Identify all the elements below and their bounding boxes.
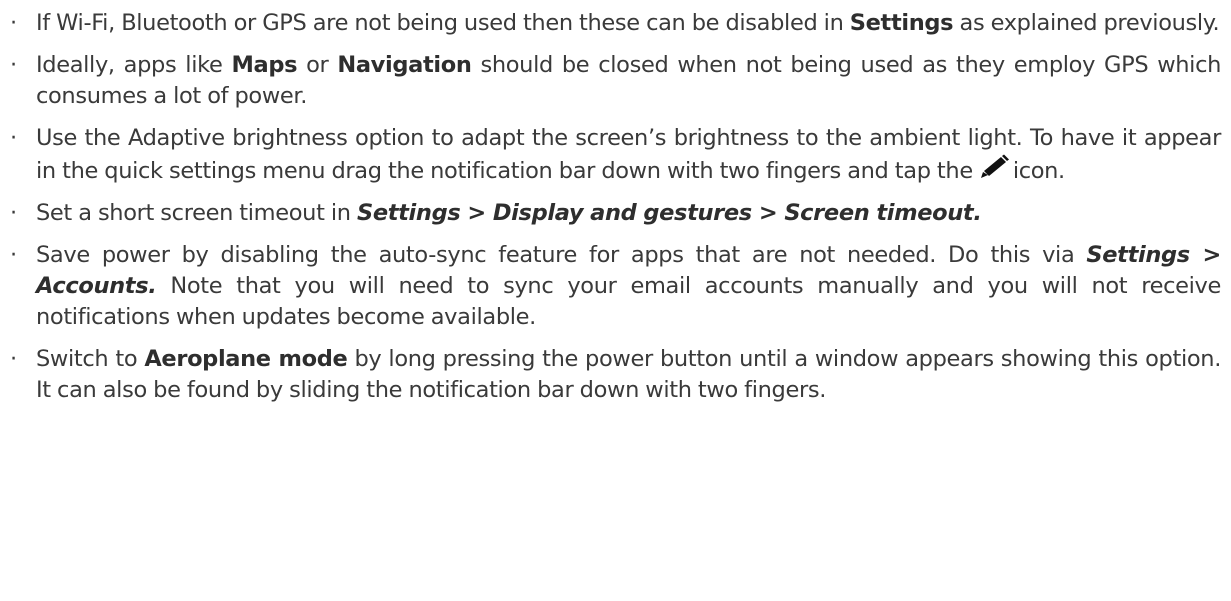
bullet: · [10,10,17,36]
tip-text: Ideally, apps like [36,52,232,78]
bullet: · [10,125,17,151]
tip-text: Save power by disabling the auto-sync fe… [36,242,1087,268]
tip-text: Switch to [36,346,145,372]
bullet: · [10,52,17,78]
power-saving-tips-list: · If Wi-Fi, Bluetooth or GPS are not bein… [10,8,1221,406]
tip-text: as explained previously. [953,10,1220,36]
bullet: · [10,200,17,226]
maps-term: Maps [231,52,298,78]
tip-screen-timeout: · Set a short screen timeout in Settings … [10,198,1221,229]
navigation-term: Navigation [337,52,472,78]
settings-term: Settings [849,10,954,36]
tip-text: icon. [1012,158,1065,184]
tip-text: If Wi-Fi, Bluetooth or GPS are not being… [36,10,850,36]
aeroplane-mode-term: Aeroplane mode [144,346,348,372]
tip-text: Set a short screen timeout in [36,200,357,226]
tip-close-gps-apps: · Ideally, apps like Maps or Navigation s… [10,50,1221,112]
pencil-icon [980,154,1009,178]
tip-aeroplane-mode: · Switch to Aeroplane mode by long pressi… [10,344,1221,406]
bullet: · [10,346,17,372]
tip-adaptive-brightness: · Use the Adaptive brightness option to a… [10,123,1221,187]
document-page: · If Wi-Fi, Bluetooth or GPS are not bein… [0,0,1231,601]
settings-path: Settings > Display and gestures > Screen… [356,200,982,226]
bullet: · [10,242,17,268]
tip-auto-sync: · Save power by disabling the auto-sync f… [10,240,1221,333]
tip-text: Note that you will need to sync your ema… [36,273,1221,330]
tip-disable-radios: · If Wi-Fi, Bluetooth or GPS are not bein… [10,8,1221,39]
tip-text: or [297,52,338,78]
